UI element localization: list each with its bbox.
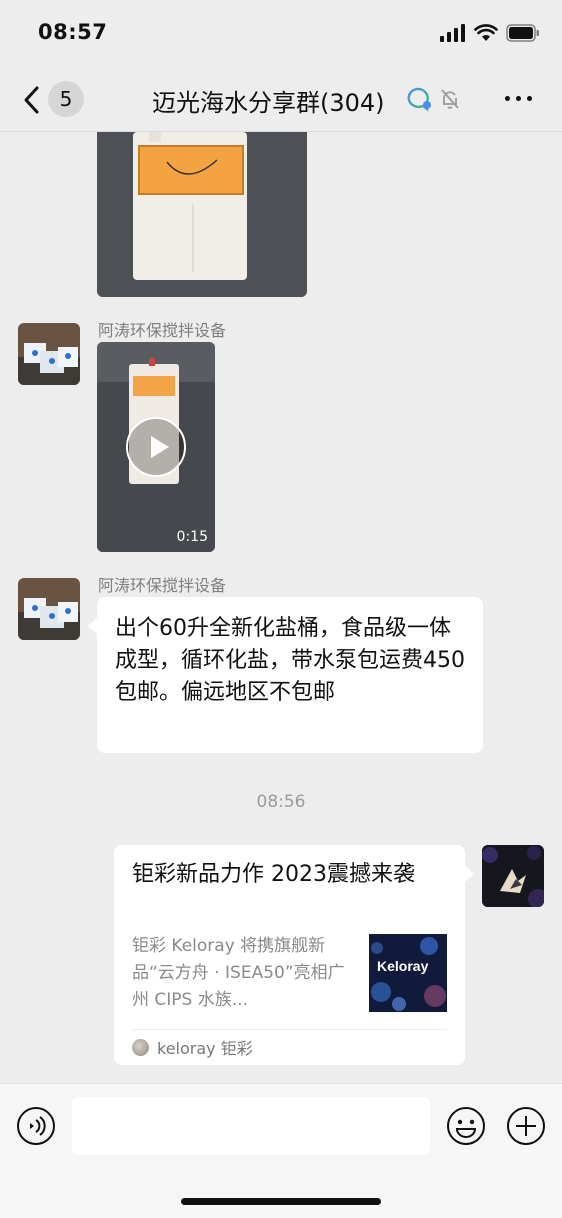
link-card-title: 钜彩新品力作 2023震撼来袭 [132, 862, 415, 887]
battery-icon [506, 24, 539, 42]
text-message-bubble[interactable]: 出个60升全新化盐桶，食品级一体成型，循环化盐，带水泵包运费450包邮。偏远地区… [88, 597, 483, 753]
sender-name: 阿涛环保搅拌设备 [98, 321, 227, 340]
link-card-source: keloray 钜彩 [132, 1035, 253, 1059]
wifi-icon [474, 24, 498, 41]
chat-bubble-ai-icon [407, 87, 431, 112]
back-arrow-icon[interactable] [20, 82, 44, 118]
video-message[interactable]: 0:15 [97, 342, 215, 552]
link-card-description: 钜彩 Keloray 将携旗舰新品“云方舟 · ISEA50”亮相广州 CIPS… [132, 936, 345, 1010]
my-avatar[interactable] [482, 845, 544, 907]
video-duration: 0:15 [176, 529, 208, 545]
sender-avatar[interactable] [18, 578, 80, 640]
sender-name: 阿涛环保搅拌设备 [98, 576, 227, 595]
more-options-icon[interactable] [505, 96, 532, 101]
status-bar: 08:57 [0, 0, 562, 70]
add-attachment-icon[interactable] [506, 1106, 546, 1146]
voice-input-icon[interactable] [16, 1106, 56, 1146]
status-time: 08:57 [38, 20, 108, 44]
unread-count-badge[interactable]: 5 [48, 81, 84, 117]
link-card-thumbnail: Keloray [369, 934, 447, 1012]
thumbnail-logo-text: Keloray [377, 958, 429, 974]
chat-timestamp: 08:56 [256, 792, 306, 812]
emoji-icon[interactable] [446, 1106, 486, 1146]
play-icon[interactable] [126, 417, 186, 477]
link-card-divider [132, 1029, 447, 1030]
link-card[interactable]: 钜彩新品力作 2023震撼来袭 钜彩 Keloray 将携旗舰新品“云方舟 · … [114, 845, 474, 1065]
sender-avatar[interactable] [18, 323, 80, 385]
image-message[interactable] [97, 132, 307, 297]
home-indicator[interactable] [181, 1198, 381, 1205]
signal-icon [440, 24, 465, 42]
link-card-source-name: keloray 钜彩 [157, 1039, 253, 1058]
chat-header: 5 迈光海水分享群(304) [0, 70, 562, 132]
mute-bell-icon [441, 89, 459, 109]
salt-bucket-photo [97, 132, 307, 297]
message-text: 出个60升全新化盐桶，食品级一体成型，循环化盐，带水泵包运费450包邮。偏远地区… [115, 616, 465, 705]
status-icons [440, 24, 540, 42]
source-logo-icon [132, 1038, 149, 1056]
message-input[interactable] [72, 1097, 430, 1155]
group-title[interactable]: 迈光海水分享群(304) [152, 83, 385, 118]
